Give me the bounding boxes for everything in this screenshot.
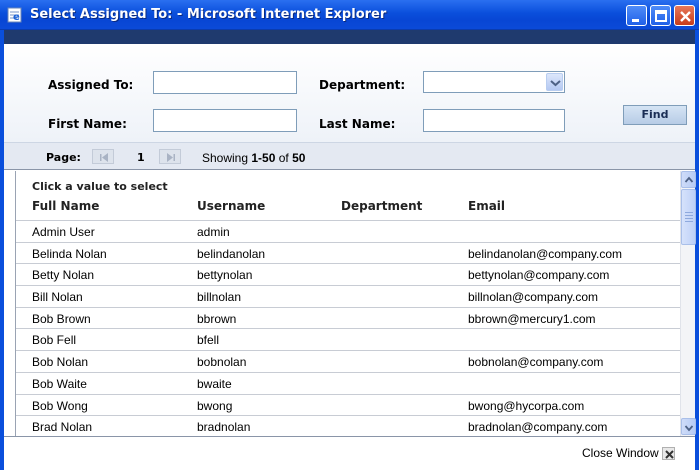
cell-username: bwong (197, 398, 233, 413)
close-window-link[interactable]: Close Window (582, 446, 659, 460)
vertical-scrollbar[interactable] (680, 171, 696, 436)
cell-full-name: Bob Wong (32, 398, 88, 413)
scroll-up-button[interactable] (681, 171, 696, 188)
table-row[interactable]: Bob Fell bfell (16, 328, 680, 350)
cell-username: belindanolan (197, 246, 266, 261)
maximize-button[interactable] (650, 5, 671, 26)
cell-full-name: Bob Fell (32, 333, 77, 348)
table-row[interactable]: Bob Brown bbrown bbrown@mercury1.com (16, 306, 680, 329)
table-row[interactable]: Belinda Nolan belindanolan belindanolan@… (16, 241, 680, 264)
window-title: Select Assigned To: - Microsoft Internet… (30, 7, 387, 22)
cell-email: bbrown@mercury1.com (468, 311, 596, 326)
cell-username: bwaite (197, 376, 232, 391)
cell-full-name: Betty Nolan (32, 268, 95, 283)
column-header-username: Username (197, 199, 266, 213)
column-header-email: Email (468, 199, 506, 213)
close-button[interactable] (674, 5, 695, 26)
table-row[interactable]: Bob Waite bwaite (16, 371, 680, 394)
grip-line-icon (685, 212, 693, 213)
cell-username: bobnolan (197, 355, 247, 370)
page-label: Page: (46, 151, 81, 164)
page-number: 1 (137, 151, 145, 164)
table-row[interactable]: Bob Nolan bobnolan bobnolan@company.com (16, 350, 680, 372)
ie-page-icon: e (7, 7, 23, 23)
column-header-full-name: Full Name (32, 199, 100, 213)
table-row[interactable]: Admin User admin (16, 220, 680, 242)
cell-email: billnolan@company.com (468, 290, 599, 305)
results-rows: Admin User admin Belinda Nolan belindano… (16, 220, 680, 437)
cell-username: bbrown (197, 311, 237, 326)
grip-line-icon (685, 221, 693, 222)
cell-username: bettynolan (197, 268, 253, 283)
department-label: Department: (319, 78, 406, 92)
svg-text:e: e (13, 12, 20, 23)
title-bar[interactable]: e Select Assigned To: - Microsoft Intern… (0, 0, 699, 30)
close-x-icon[interactable] (662, 447, 675, 460)
cell-email: bettynolan@company.com (468, 268, 610, 283)
showing-total: 50 (292, 151, 306, 165)
cell-full-name: Bob Nolan (32, 355, 89, 370)
cell-username: bfell (197, 333, 220, 348)
pager-bar: Page: 1 Showing 1-50 of 50 (4, 142, 695, 170)
table-row[interactable]: Bill Nolan billnolan billnolan@company.c… (16, 285, 680, 307)
next-page-button[interactable] (159, 149, 181, 164)
minimize-button[interactable] (626, 5, 647, 26)
first-name-label: First Name: (48, 117, 127, 131)
showing-range: 1-50 (251, 151, 276, 165)
cell-full-name: Belinda Nolan (32, 246, 107, 261)
grip-line-icon (685, 215, 693, 216)
cell-username: admin (197, 225, 230, 239)
showing-text: Showing 1-50 of 50 (202, 151, 306, 165)
assigned-to-input[interactable] (153, 71, 297, 94)
find-button[interactable]: Find (623, 105, 687, 125)
grip-line-icon (685, 218, 693, 219)
cell-email: bradnolan@company.com (468, 420, 608, 435)
header-strip (4, 30, 695, 44)
previous-page-button[interactable] (92, 149, 114, 164)
scroll-down-button[interactable] (681, 418, 696, 435)
chevron-down-icon[interactable] (546, 73, 563, 91)
cell-username: billnolan (197, 290, 242, 305)
cell-full-name: Bob Waite (32, 376, 87, 391)
window-frame-right (695, 30, 699, 470)
scroll-thumb[interactable] (681, 189, 696, 245)
cell-full-name: Bill Nolan (32, 290, 83, 305)
cell-username: bradnolan (197, 420, 251, 435)
list-hint: Click a value to select (32, 180, 168, 193)
cell-full-name: Brad Nolan (32, 420, 93, 435)
assigned-to-label: Assigned To: (48, 78, 134, 92)
cell-email: bwong@hycorpa.com (468, 398, 585, 413)
column-header-department: Department (341, 199, 423, 213)
cell-full-name: Bob Brown (32, 311, 91, 326)
last-name-label: Last Name: (319, 117, 396, 131)
cell-full-name: Admin User (32, 225, 95, 239)
first-name-input[interactable] (153, 109, 297, 132)
cell-email: bobnolan@company.com (468, 355, 604, 370)
last-name-input[interactable] (423, 109, 565, 132)
table-row[interactable]: Bob Wong bwong bwong@hycorpa.com (16, 393, 680, 416)
table-row[interactable]: Betty Nolan bettynolan bettynolan@compan… (16, 263, 680, 285)
department-select[interactable] (423, 71, 565, 93)
cell-email: belindanolan@company.com (468, 246, 623, 261)
table-row[interactable]: Brad Nolan bradnolan bradnolan@company.c… (16, 415, 680, 437)
